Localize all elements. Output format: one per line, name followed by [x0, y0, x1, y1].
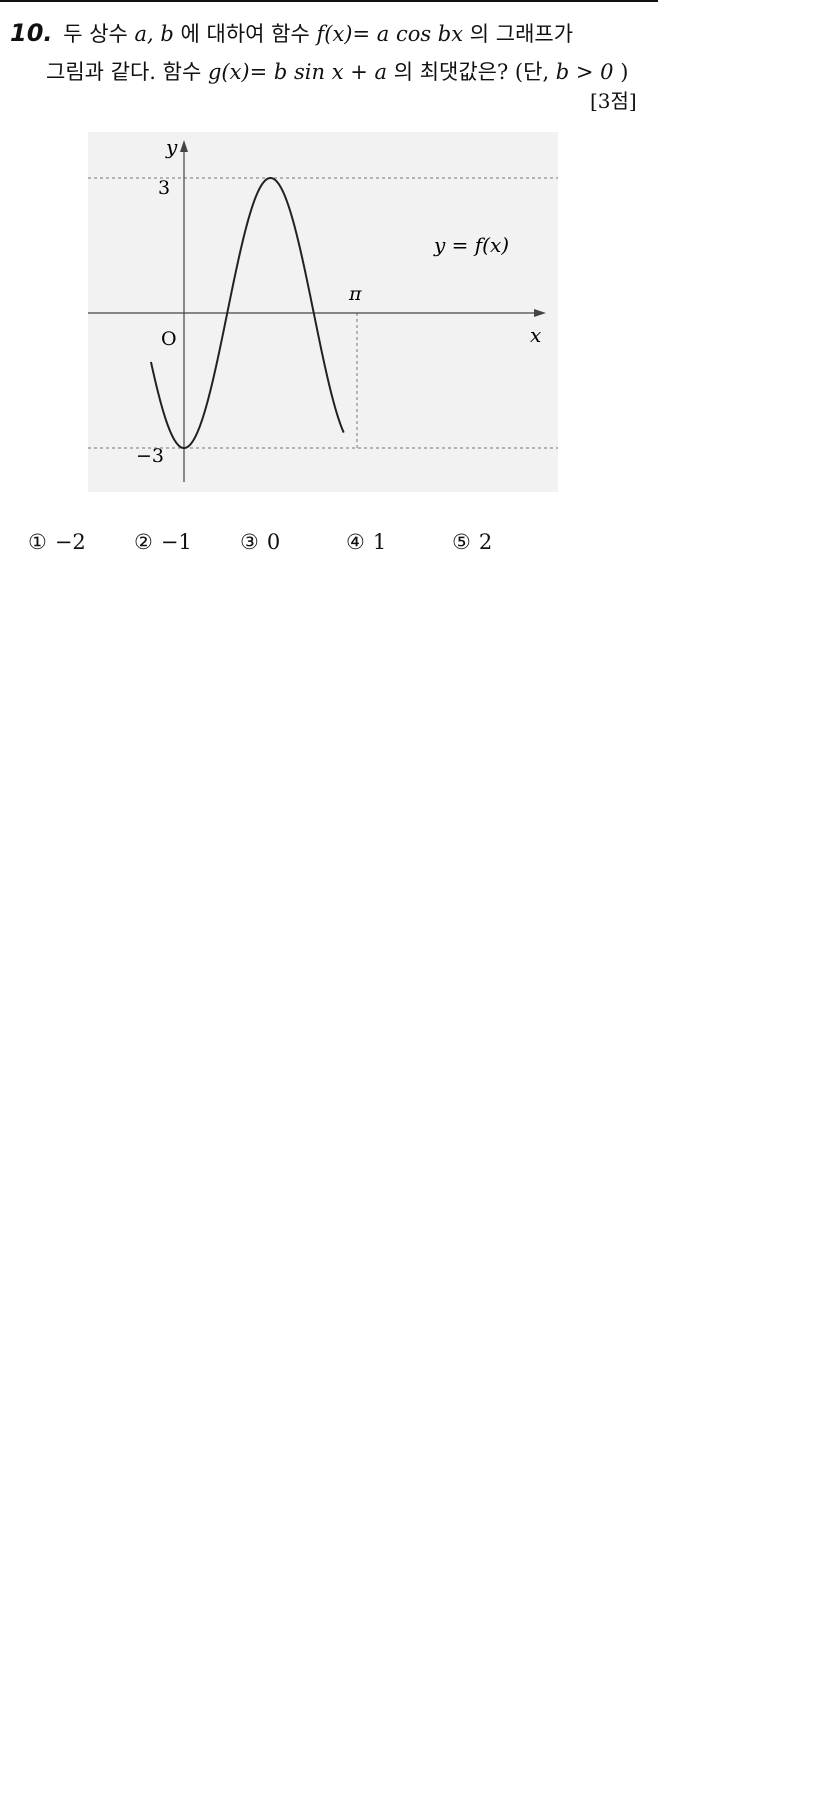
choice-3[interactable]: ③0 — [240, 530, 280, 554]
x-axis-label: x — [530, 323, 541, 347]
y-max-label: 3 — [158, 177, 170, 199]
y-min-label: −3 — [136, 445, 164, 467]
points-label: [3점] — [590, 89, 637, 113]
y-axis-label: y — [165, 135, 178, 159]
question-text-2a: 그림과 같다. 함수 — [46, 60, 208, 84]
question-text-2c: ) — [620, 60, 629, 84]
choice-5-mark: ⑤ — [452, 530, 471, 554]
origin-label: O — [161, 328, 177, 350]
choice-2-mark: ② — [134, 530, 153, 554]
choice-1-value: −2 — [54, 530, 86, 554]
question-text: 10. 두 상수 a, b 에 대하여 함수 f(x)= a cos bx 의 … — [10, 14, 660, 91]
choice-2-value: −1 — [160, 530, 192, 554]
choice-1[interactable]: ① −2 — [28, 530, 86, 554]
choice-4-value: 1 — [372, 530, 387, 554]
question-text-1c: 의 그래프가 — [469, 22, 574, 46]
question-text-1b: 에 대하여 함수 — [180, 22, 317, 46]
question-text-1a: 두 상수 — [63, 22, 135, 46]
choice-4-mark: ④ — [346, 530, 365, 554]
function-f: f(x)= a cos bx — [316, 22, 464, 46]
choice-2[interactable]: ② −1 — [134, 530, 192, 554]
choice-4[interactable]: ④1 — [346, 530, 386, 554]
choice-1-mark: ① — [28, 530, 47, 554]
top-rule — [0, 0, 658, 2]
question-number: 10. — [10, 19, 53, 47]
choice-3-mark: ③ — [240, 530, 259, 554]
constants-ab: a, b — [134, 22, 174, 46]
function-g: g(x)= b sin x + a — [207, 60, 388, 84]
pi-label: π — [348, 283, 362, 305]
answer-choices: ① −2 ② −1 ③0 ④1 ⑤2 — [28, 530, 648, 564]
graph-figure: y x O 3 −3 π y = f(x) — [88, 132, 558, 492]
choice-5[interactable]: ⑤2 — [452, 530, 492, 554]
choice-3-value: 0 — [266, 530, 281, 554]
graph-svg: y x O 3 −3 π y = f(x) — [88, 132, 558, 492]
curve-label: y = f(x) — [433, 233, 509, 257]
choice-5-value: 2 — [478, 530, 493, 554]
question-text-2b: 의 최댓값은? (단, — [393, 60, 556, 84]
condition-b: b > 0 — [555, 60, 614, 84]
